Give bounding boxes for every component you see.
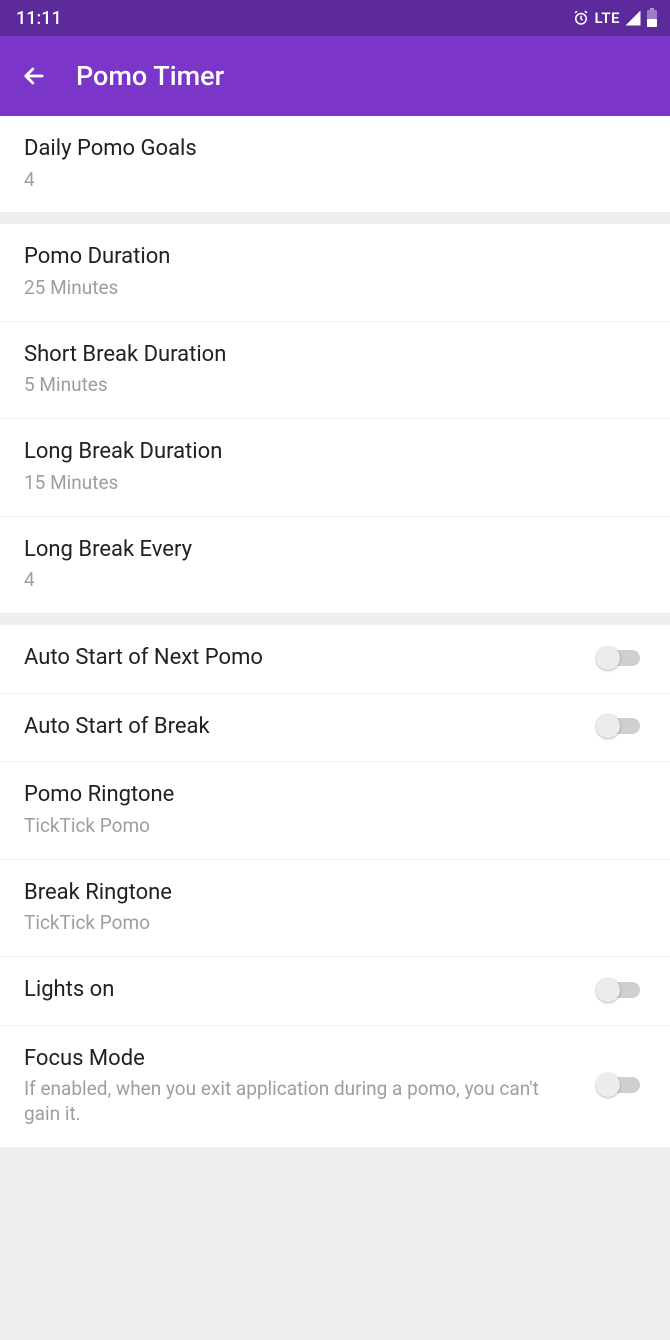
- section-options: Auto Start of Next Pomo Auto Start of Br…: [0, 625, 670, 1147]
- value: 4: [24, 168, 646, 193]
- label: Lights on: [24, 975, 568, 1005]
- back-button[interactable]: [18, 60, 50, 92]
- label: Pomo Ringtone: [24, 780, 646, 810]
- label: Auto Start of Break: [24, 712, 568, 742]
- label: Daily Pomo Goals: [24, 134, 646, 164]
- alarm-icon: [572, 9, 590, 27]
- value: 5 Minutes: [24, 373, 646, 398]
- settings-content: Daily Pomo Goals 4 Pomo Duration 25 Minu…: [0, 116, 670, 1247]
- value: 4: [24, 568, 646, 593]
- value: TickTick Pomo: [24, 814, 646, 839]
- label: Long Break Duration: [24, 437, 646, 467]
- row-focus-mode[interactable]: Focus Mode If enabled, when you exit app…: [0, 1025, 670, 1147]
- row-break-ringtone[interactable]: Break Ringtone TickTick Pomo: [0, 859, 670, 956]
- value: 15 Minutes: [24, 471, 646, 496]
- page-title: Pomo Timer: [76, 60, 224, 92]
- description: If enabled, when you exit application du…: [24, 1077, 568, 1126]
- row-auto-start-break[interactable]: Auto Start of Break: [0, 693, 670, 762]
- toggle-lights-on[interactable]: [596, 976, 646, 1004]
- row-short-break-duration[interactable]: Short Break Duration 5 Minutes: [0, 321, 670, 418]
- bottom-space: [0, 1147, 670, 1247]
- value: 25 Minutes: [24, 276, 646, 301]
- signal-icon: [624, 9, 642, 27]
- label: Short Break Duration: [24, 340, 646, 370]
- value: TickTick Pomo: [24, 911, 646, 936]
- battery-icon: [646, 8, 658, 28]
- row-pomo-duration[interactable]: Pomo Duration 25 Minutes: [0, 224, 670, 320]
- network-lte-label: LTE: [594, 9, 620, 27]
- label: Long Break Every: [24, 535, 646, 565]
- status-time: 11:11: [16, 8, 62, 29]
- row-lights-on[interactable]: Lights on: [0, 956, 670, 1025]
- row-pomo-ringtone[interactable]: Pomo Ringtone TickTick Pomo: [0, 761, 670, 858]
- app-bar: Pomo Timer: [0, 36, 670, 116]
- toggle-auto-start-break[interactable]: [596, 712, 646, 740]
- section-goals: Daily Pomo Goals 4: [0, 116, 670, 212]
- row-long-break-duration[interactable]: Long Break Duration 15 Minutes: [0, 418, 670, 515]
- row-long-break-every[interactable]: Long Break Every 4: [0, 516, 670, 613]
- toggle-auto-start-next-pomo[interactable]: [596, 644, 646, 672]
- section-durations: Pomo Duration 25 Minutes Short Break Dur…: [0, 224, 670, 613]
- label: Pomo Duration: [24, 242, 646, 272]
- status-right: LTE: [572, 8, 658, 28]
- row-daily-pomo-goals[interactable]: Daily Pomo Goals 4: [0, 116, 670, 212]
- toggle-focus-mode[interactable]: [596, 1071, 646, 1099]
- label: Focus Mode: [24, 1044, 568, 1074]
- row-auto-start-next-pomo[interactable]: Auto Start of Next Pomo: [0, 625, 670, 693]
- label: Break Ringtone: [24, 878, 646, 908]
- status-bar: 11:11 LTE: [0, 0, 670, 36]
- label: Auto Start of Next Pomo: [24, 643, 568, 673]
